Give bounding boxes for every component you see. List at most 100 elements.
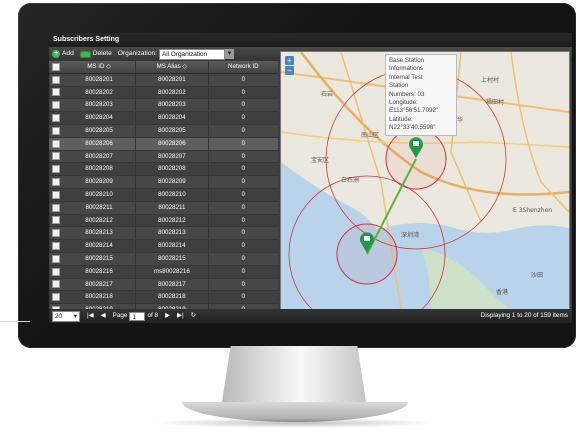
row-checkbox[interactable]: [51, 152, 60, 161]
last-page-button[interactable]: ▶|: [177, 309, 184, 323]
ms-id-cell: 80028204: [85, 114, 113, 122]
ms-alias-cell: 80028210: [135, 188, 207, 201]
map-label: E 3Shenzhen: [513, 207, 552, 214]
table-row[interactable]: 80028216 ms80028216 0: [49, 265, 278, 279]
zoom-in-button[interactable]: +: [285, 56, 294, 65]
table-row[interactable]: 80028210 80028210 0: [49, 188, 278, 202]
popup-line: Informations: [389, 65, 424, 73]
row-select-cell[interactable]: [49, 189, 63, 201]
row-select-cell[interactable]: [49, 112, 63, 124]
column-header-network-id[interactable]: Network ID: [207, 61, 278, 73]
zoom-out-button[interactable]: −: [285, 66, 294, 75]
window-title: Subscribers Setting: [49, 33, 572, 47]
row-checkbox[interactable]: [51, 126, 60, 135]
row-checkbox[interactable]: [51, 114, 60, 123]
table-row[interactable]: 80028208 80028208 0: [49, 163, 278, 177]
row-select-cell[interactable]: [49, 279, 63, 291]
table-row[interactable]: 80028214 80028214 0: [49, 240, 278, 253]
ms-alias-cell: 80028209: [135, 176, 207, 188]
row-checkbox[interactable]: [51, 139, 60, 148]
row-select-cell[interactable]: [49, 240, 63, 252]
row-select-cell[interactable]: [49, 266, 63, 278]
network-id-cell: 0: [207, 163, 278, 176]
table-row[interactable]: 80028217 80028217 0: [49, 278, 278, 292]
table-row[interactable]: 80028218 80028218 0: [49, 291, 278, 305]
column-header-ms-alias[interactable]: MS Alias ◇: [135, 61, 207, 73]
popup-line: N22°33'40.5596": [389, 124, 436, 132]
table-row[interactable]: 80028202 80028202 0: [49, 86, 278, 100]
table-row[interactable]: 80028215 80028215 0: [49, 252, 278, 266]
row-checkbox[interactable]: [51, 216, 60, 225]
row-select-cell[interactable]: [49, 125, 63, 137]
select-all-checkbox[interactable]: [51, 62, 60, 71]
network-id-cell: 0: [207, 252, 278, 265]
ms-alias-cell: 80028201: [135, 73, 207, 86]
network-id-cell: 0: [207, 176, 278, 188]
table-row[interactable]: 80028212 80028212 0: [49, 214, 278, 228]
row-select-cell[interactable]: [49, 87, 63, 99]
table-row[interactable]: 80028213 80028213 0: [49, 227, 278, 241]
first-page-button[interactable]: |◀: [87, 309, 94, 323]
row-select-cell[interactable]: [49, 163, 63, 175]
row-checkbox[interactable]: [51, 165, 60, 174]
row-select-cell[interactable]: [49, 215, 63, 227]
map-label: 宝安区: [311, 156, 329, 164]
row-select-cell[interactable]: [49, 202, 63, 214]
popup-line: E113°56'51.7092": [389, 107, 439, 115]
prev-page-button[interactable]: ◀: [101, 309, 106, 323]
row-select-cell[interactable]: [49, 176, 63, 188]
row-select-cell[interactable]: [49, 151, 63, 163]
row-checkbox[interactable]: [51, 267, 60, 276]
row-checkbox[interactable]: [51, 75, 60, 84]
map-view[interactable]: 石岩 上村村 福田村 南山区 宝安区 龙华 白石洲 深圳湾 香港 沙田 E 3S…: [280, 51, 570, 311]
chevron-down-icon[interactable]: ▼: [225, 49, 235, 59]
row-checkbox[interactable]: [51, 280, 60, 289]
row-checkbox[interactable]: [51, 242, 60, 251]
table-row[interactable]: 80028205 80028205 0: [49, 124, 278, 138]
next-page-button[interactable]: ▶: [165, 309, 170, 323]
row-select-cell[interactable]: [49, 99, 63, 111]
row-select-cell[interactable]: [49, 74, 63, 86]
refresh-icon[interactable]: ↻: [191, 309, 196, 323]
table-row[interactable]: 80028204 80028204 0: [49, 112, 278, 125]
table-row[interactable]: 80028201 80028201 0: [49, 73, 278, 87]
delete-label: Delete: [92, 50, 112, 57]
row-select-cell[interactable]: [49, 253, 63, 265]
row-checkbox[interactable]: [51, 254, 60, 263]
network-id-cell: 0: [207, 240, 278, 252]
page-size-select[interactable]: 20 ▾: [52, 310, 80, 322]
table-row[interactable]: 80028206 80028206 0: [49, 137, 278, 151]
table-row[interactable]: 80028203 80028203 0: [49, 99, 278, 113]
app-screen: Subscribers Setting + Add Delete Organiz…: [49, 33, 572, 323]
row-checkbox[interactable]: [51, 293, 60, 302]
column-header-ms-id[interactable]: MS ID ◇: [63, 61, 135, 73]
add-button[interactable]: + Add: [52, 47, 74, 61]
row-select-cell[interactable]: [49, 138, 63, 150]
ms-alias-cell: 80028214: [135, 240, 207, 252]
ms-id-cell: 80028203: [85, 101, 113, 109]
select-all-cell[interactable]: [49, 61, 63, 73]
tower-icon: [364, 236, 370, 241]
map-label: 香港: [496, 288, 508, 296]
map-label: 沙田: [531, 272, 543, 279]
organization-value: All Organization: [162, 50, 208, 58]
plus-icon: +: [52, 50, 60, 58]
table-row[interactable]: 80028209 80028209 0: [49, 176, 278, 189]
row-select-cell[interactable]: [49, 291, 63, 303]
page-number-input[interactable]: 1: [129, 311, 146, 321]
ms-alias-cell: 80028205: [135, 124, 207, 137]
row-checkbox[interactable]: [51, 88, 60, 97]
row-checkbox[interactable]: [51, 101, 60, 110]
table-row[interactable]: 80028211 80028211 0: [49, 201, 278, 215]
delete-button[interactable]: Delete: [79, 47, 112, 61]
table-row[interactable]: 80028207 80028207 0: [49, 150, 278, 164]
network-id-cell: 0: [207, 188, 278, 201]
network-id-cell: 0: [207, 201, 278, 214]
organization-select[interactable]: All Organization: [159, 48, 226, 60]
row-checkbox[interactable]: [51, 229, 60, 238]
row-select-cell[interactable]: [49, 227, 63, 239]
row-checkbox[interactable]: [51, 178, 60, 187]
tower-icon: [413, 141, 419, 146]
row-checkbox[interactable]: [51, 203, 60, 212]
row-checkbox[interactable]: [51, 190, 60, 199]
